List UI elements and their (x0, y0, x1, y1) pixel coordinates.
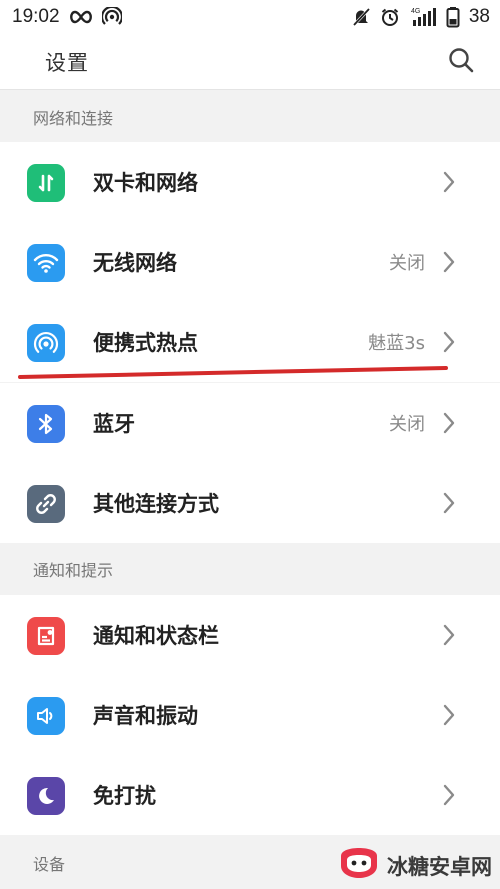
hotspot-icon (27, 324, 65, 362)
item-value: 关闭 (389, 253, 425, 274)
hotspot-status-icon (101, 7, 122, 27)
notification-icon (27, 617, 65, 655)
section-header-notifications: 通知和提示 (0, 543, 500, 595)
alarm-icon (380, 7, 400, 27)
item-label: 双卡和网络 (93, 171, 198, 195)
settings-item-wifi[interactable]: 无线网络 关闭 (0, 222, 500, 302)
item-label: 蓝牙 (93, 412, 135, 436)
item-label: 其他连接方式 (93, 492, 219, 516)
dual-sim-icon (27, 164, 65, 202)
chevron-right-icon (438, 492, 460, 514)
chevron-right-icon (438, 624, 460, 646)
section-title: 设备 (33, 854, 66, 874)
chevron-right-icon (438, 251, 460, 273)
watermark-logo-icon (337, 846, 381, 885)
signal-icon: 4G (409, 6, 437, 28)
settings-item-notifications[interactable]: 通知和状态栏 (0, 595, 500, 675)
mute-icon (351, 7, 371, 27)
item-label: 无线网络 (93, 251, 177, 275)
wifi-icon (27, 244, 65, 282)
item-label: 免打扰 (93, 784, 156, 808)
settings-item-dual-sim[interactable]: 双卡和网络 (0, 142, 500, 222)
app-header: 设置 (0, 34, 500, 90)
bluetooth-icon (27, 405, 65, 443)
status-time: 19:02 (12, 6, 60, 27)
status-left: 19:02 (12, 6, 122, 28)
settings-item-sound[interactable]: 声音和振动 (0, 675, 500, 755)
chevron-right-icon (438, 704, 460, 726)
sound-icon (27, 697, 65, 735)
link-icon (27, 485, 65, 523)
section-title: 通知和提示 (33, 561, 114, 580)
network-type-label: 4G (411, 8, 420, 15)
status-right: 4G 38 (351, 6, 490, 28)
settings-item-other-connections[interactable]: 其他连接方式 (0, 463, 500, 543)
battery-percent: 38 (468, 6, 490, 27)
section-header-network: 网络和连接 (0, 91, 500, 142)
watermark-text: 冰糖安卓网 (387, 854, 492, 879)
status-bar: 19:02 4G 38 (0, 0, 500, 34)
battery-icon (446, 6, 460, 28)
item-value: 关闭 (389, 414, 425, 435)
watermark: 冰糖安卓网 (337, 846, 492, 885)
item-label: 便携式热点 (93, 331, 198, 355)
infinity-icon (68, 10, 94, 24)
settings-item-do-not-disturb[interactable]: 免打扰 (0, 755, 500, 835)
search-icon[interactable] (448, 47, 474, 77)
item-label: 通知和状态栏 (93, 624, 219, 648)
chevron-right-icon (438, 331, 460, 353)
section-title: 网络和连接 (33, 108, 114, 128)
chevron-right-icon (438, 171, 460, 193)
settings-item-hotspot[interactable]: 便携式热点 魅蓝3s (0, 302, 500, 382)
item-value: 魅蓝3s (368, 333, 425, 354)
item-label: 声音和振动 (93, 704, 198, 728)
page-title: 设置 (45, 50, 89, 75)
chevron-right-icon (438, 412, 460, 434)
chevron-right-icon (438, 784, 460, 806)
moon-icon (27, 777, 65, 815)
settings-item-bluetooth[interactable]: 蓝牙 关闭 (0, 383, 500, 463)
